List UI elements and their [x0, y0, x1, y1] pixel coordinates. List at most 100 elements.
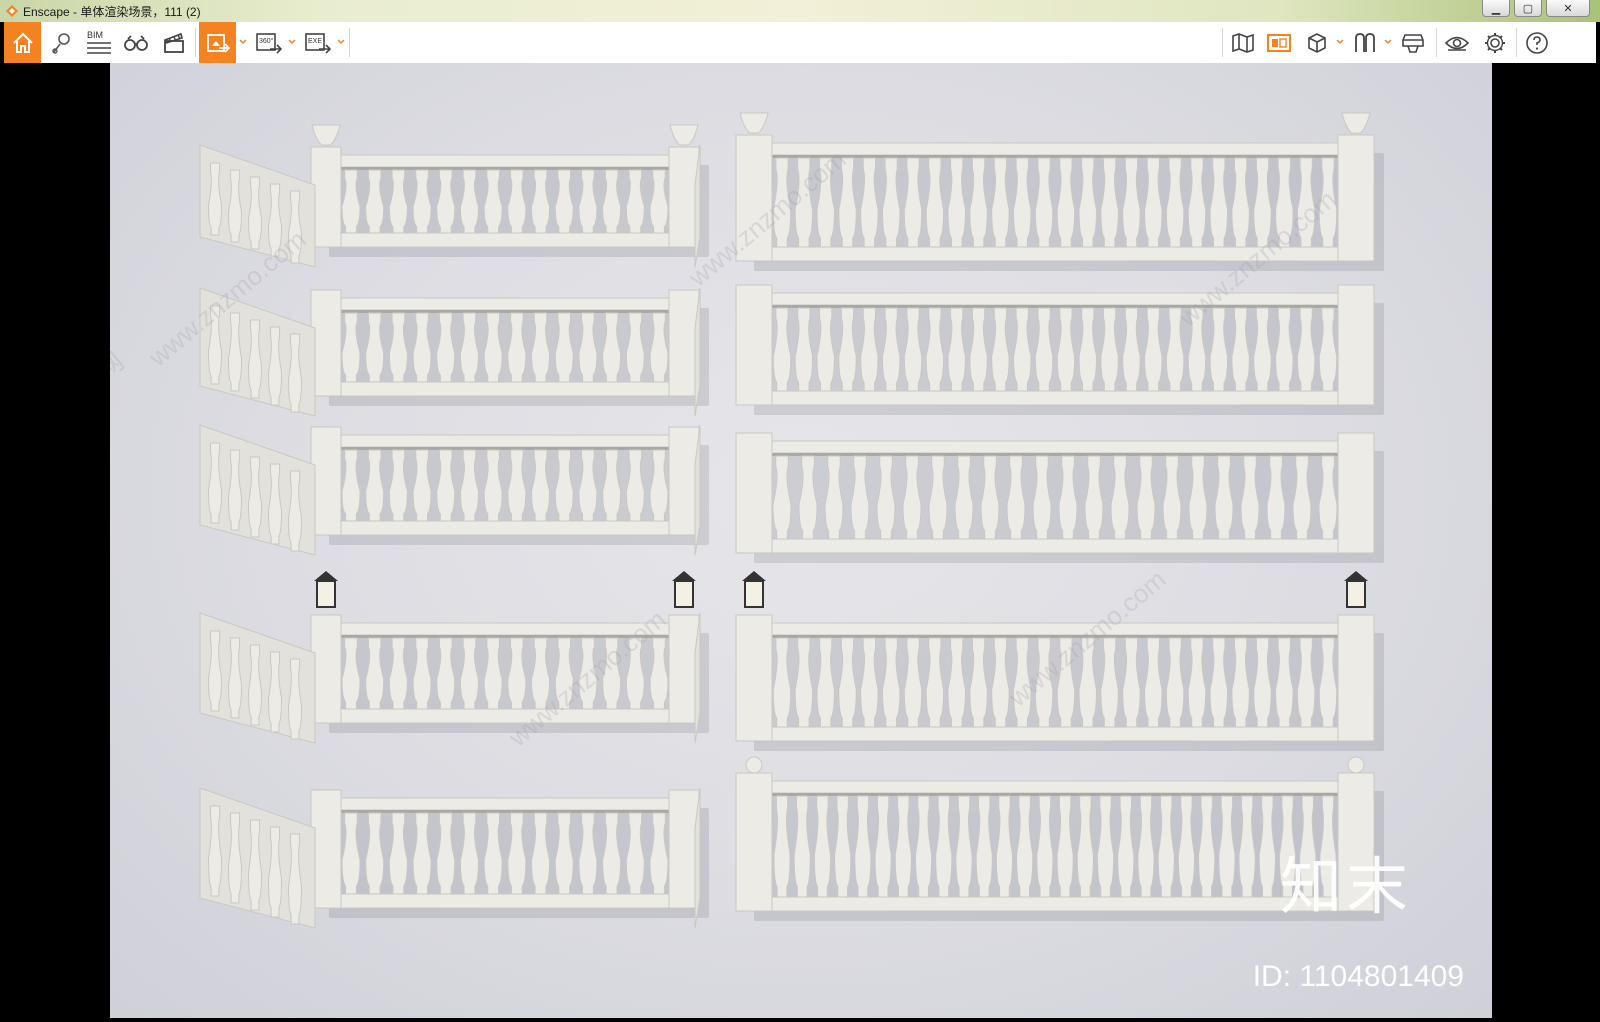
railing-base: [314, 708, 696, 724]
home-button[interactable]: [4, 22, 41, 63]
watermark-logo: 知末: [1279, 850, 1412, 923]
cube-icon: [1308, 32, 1326, 53]
vr-button[interactable]: [1396, 22, 1430, 63]
export-exe-button[interactable]: EXE: [301, 22, 335, 63]
vr-headset-icon: [1402, 33, 1424, 53]
material-icon: [1355, 32, 1375, 52]
bim-button[interactable]: BIM: [82, 22, 116, 63]
railing-post: [1337, 432, 1375, 554]
baluster: [287, 833, 303, 925]
baluster: [227, 812, 243, 904]
help-button[interactable]: [1520, 22, 1554, 63]
railing-base: [314, 232, 696, 248]
binoculars-button[interactable]: [119, 22, 153, 63]
baluster: [207, 630, 223, 712]
urn-planter: [739, 112, 769, 134]
close-button[interactable]: ✕: [1546, 0, 1590, 17]
views-button[interactable]: [45, 22, 79, 63]
railing-post: [735, 772, 773, 912]
railing-base: [739, 726, 1371, 742]
baluster: [227, 169, 243, 243]
baluster: [267, 326, 283, 406]
railing-top-rail: [739, 780, 1371, 794]
map-icon: [1232, 32, 1254, 53]
railing-post: [735, 614, 773, 742]
baluster: [267, 826, 283, 918]
export-panorama-button[interactable]: 360°: [252, 22, 286, 63]
railing-rail-shadow: [740, 305, 1370, 308]
visual-settings-button[interactable]: [1440, 22, 1474, 63]
window-title: Enscape - 单体渲染场景，111 (2): [23, 5, 201, 19]
railing-post: [1337, 134, 1375, 262]
cube-button[interactable]: [1300, 22, 1334, 63]
watermark-id: ID: 1104801409: [1252, 960, 1464, 993]
home-icon: [12, 32, 33, 53]
railing-post: [735, 432, 773, 554]
chevron-down-icon[interactable]: [1336, 36, 1344, 46]
help-icon: [1526, 31, 1548, 54]
bim-icon: BIM: [87, 30, 111, 54]
baluster: [207, 442, 223, 524]
railing-top-rail: [314, 434, 696, 448]
lantern: [744, 580, 764, 608]
title-bar: Enscape - 单体渲染场景，111 (2) ▁ ▢ ✕: [0, 0, 1600, 22]
railing-base: [314, 381, 696, 397]
lantern: [1346, 580, 1366, 608]
railing-base: [739, 896, 1371, 912]
ball-finial: [1347, 756, 1365, 774]
map-button[interactable]: [1226, 22, 1260, 63]
baluster: [247, 819, 263, 911]
settings-button[interactable]: [1478, 22, 1512, 63]
railing-post: [735, 284, 773, 406]
eye-icon: [1444, 36, 1470, 51]
lantern: [674, 580, 694, 608]
svg-text:BIM: BIM: [87, 30, 103, 40]
lantern-cap: [672, 571, 696, 581]
railing-top-rail: [739, 440, 1371, 454]
baluster: [287, 470, 303, 552]
railing-top-rail: [314, 154, 696, 168]
chevron-down-icon[interactable]: [288, 36, 296, 46]
video-editor-button[interactable]: [157, 22, 191, 63]
railing-top-rail: [314, 797, 696, 811]
baluster: [207, 162, 223, 236]
railing-post: [1337, 284, 1375, 406]
panorama-export-icon: 360°: [256, 32, 283, 54]
main-toolbar: BIM 360° EXE: [4, 22, 1596, 81]
railing-post: [1337, 614, 1375, 742]
railing-base: [739, 538, 1371, 554]
railing-rail-shadow: [740, 635, 1370, 638]
baluster: [247, 319, 263, 399]
enscape-logo-icon: [6, 5, 18, 17]
urn-planter: [1341, 112, 1371, 134]
baluster: [247, 176, 263, 250]
lantern: [316, 580, 336, 608]
baluster: [227, 449, 243, 531]
asset-library-button[interactable]: [1262, 22, 1296, 63]
exe-export-icon: EXE: [305, 32, 332, 54]
chevron-down-icon[interactable]: [1384, 36, 1392, 46]
chevron-down-icon[interactable]: [337, 36, 345, 46]
baluster: [287, 333, 303, 413]
ball-finial: [745, 756, 763, 774]
minimize-button[interactable]: ▁: [1482, 0, 1510, 17]
baluster: [267, 463, 283, 545]
maximize-button[interactable]: ▢: [1514, 0, 1542, 17]
svg-text:EXE: EXE: [308, 38, 322, 45]
asset-library-icon: [1267, 33, 1291, 52]
urn-planter: [669, 124, 699, 146]
material-editor-button[interactable]: [1348, 22, 1382, 63]
railing-rail-shadow: [740, 793, 1370, 796]
lantern-cap: [1344, 571, 1368, 581]
render-viewport[interactable]: www.znzmo.com www.znzmo.com www.znzmo.co…: [4, 63, 1596, 1018]
baluster: [247, 644, 263, 726]
baluster: [227, 312, 243, 392]
chevron-down-icon[interactable]: [239, 36, 247, 46]
lantern-cap: [742, 571, 766, 581]
railing-top-rail: [739, 292, 1371, 306]
baluster: [267, 651, 283, 733]
export-screenshot-button[interactable]: [199, 22, 236, 63]
svg-text:360°: 360°: [259, 37, 274, 45]
railing-top-rail: [314, 297, 696, 311]
baluster: [247, 456, 263, 538]
